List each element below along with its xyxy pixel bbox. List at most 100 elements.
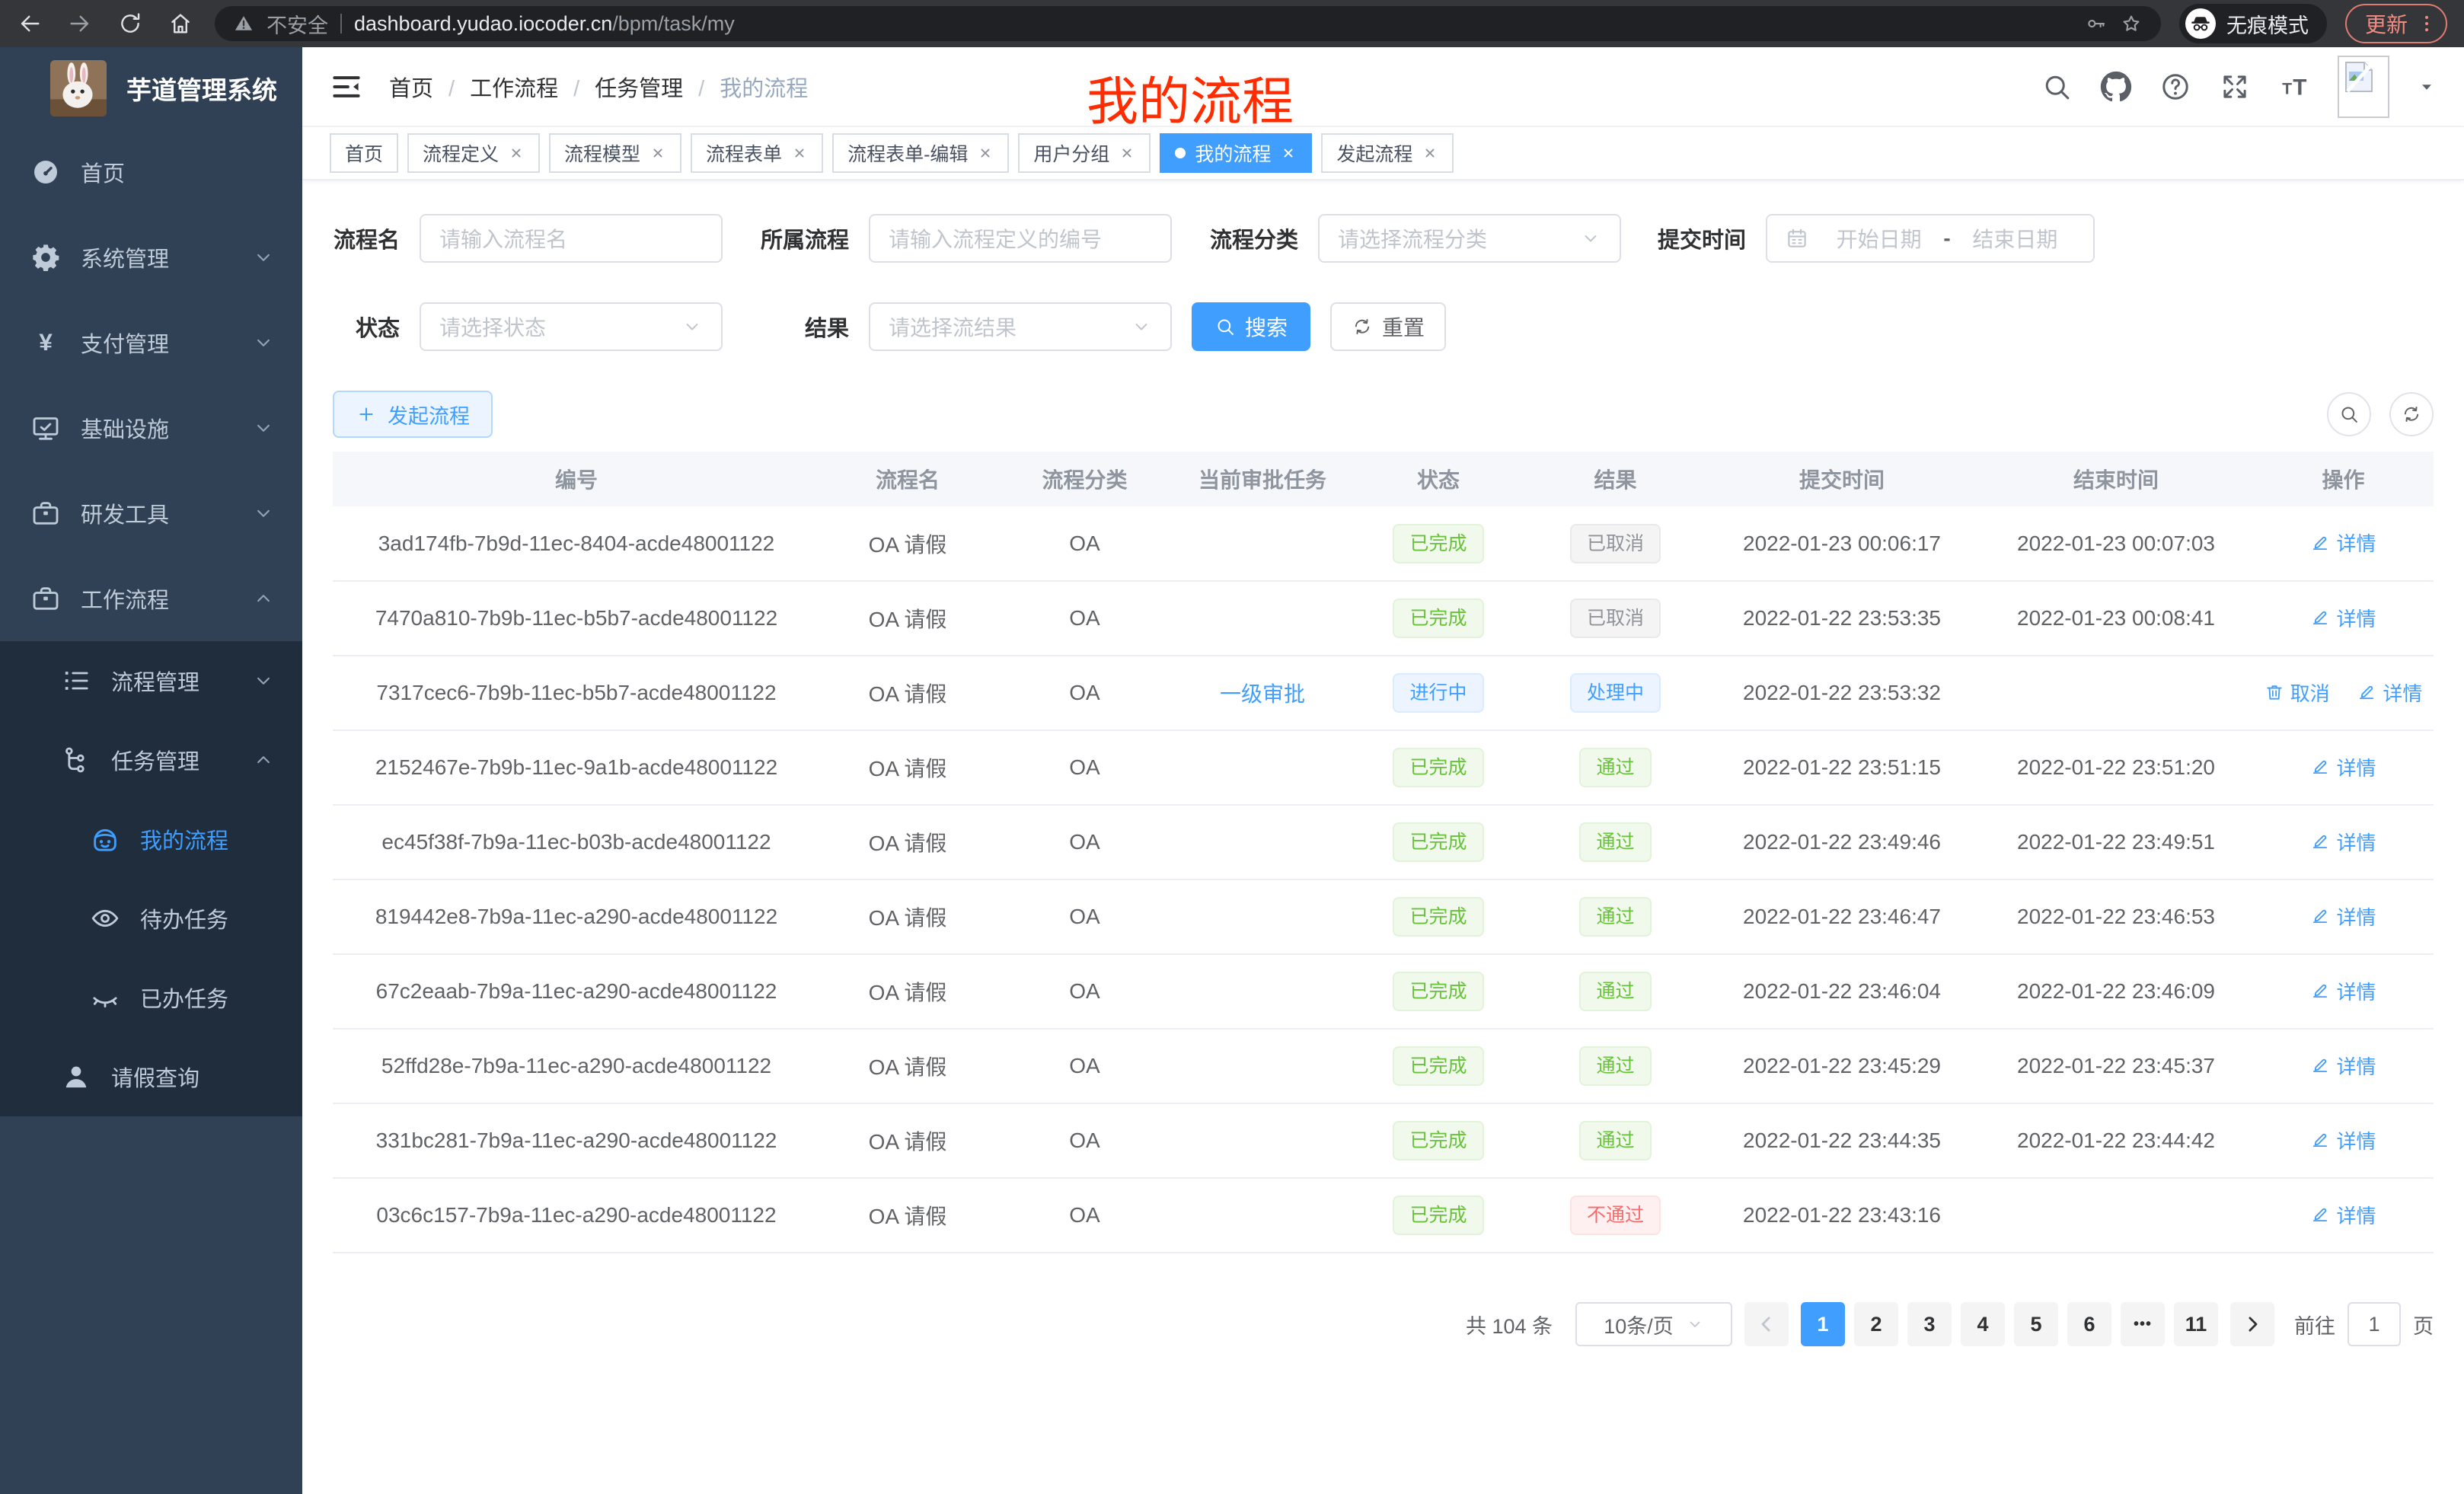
sidebar-item[interactable]: ¥ 支付管理	[0, 300, 302, 385]
submit-time-range[interactable]: 开始日期 - 结束日期	[1766, 214, 2095, 263]
prev-page-button[interactable]	[1744, 1302, 1789, 1346]
page-size-select[interactable]: 10条/页	[1575, 1302, 1732, 1346]
back-icon[interactable]	[17, 11, 43, 37]
cell-current-task	[1174, 506, 1351, 581]
fullscreen-icon[interactable]	[2219, 71, 2251, 103]
sidebar-item[interactable]: 请假查询	[0, 1037, 302, 1116]
tab-close-icon[interactable]	[977, 145, 994, 161]
update-button[interactable]: 更新	[2345, 4, 2447, 43]
view-tab[interactable]: 流程定义	[407, 133, 540, 173]
address-bar[interactable]: 不安全 dashboard.yudao.iocoder.cn/bpm/task/…	[215, 6, 2161, 41]
page-button[interactable]: •••	[2121, 1302, 2165, 1346]
breadcrumb-item[interactable]: 首页	[389, 71, 433, 103]
sidebar-item[interactable]: 待办任务	[0, 879, 302, 958]
result-badge: 通过	[1579, 822, 1651, 862]
detail-link[interactable]: 详情	[2310, 604, 2376, 632]
process-table: 编号流程名流程分类当前审批任务状态结果提交时间结束时间操作 3ad174fb-7…	[333, 452, 2434, 1253]
help-icon[interactable]	[2159, 71, 2191, 103]
view-tab[interactable]: 发起流程	[1321, 133, 1454, 173]
detail-link[interactable]: 详情	[2310, 977, 2376, 1005]
table-row: 2152467e-7b9b-11ec-9a1b-acde48001122 OA …	[333, 730, 2434, 805]
tab-close-icon[interactable]	[791, 145, 808, 161]
breadcrumb-item[interactable]: 任务管理	[558, 71, 683, 103]
font-size-icon[interactable]: TT	[2278, 71, 2310, 103]
status-badge: 已完成	[1393, 748, 1483, 787]
filter-label: 结果	[759, 311, 849, 343]
bookmark-star-icon[interactable]	[2120, 12, 2143, 35]
category-select[interactable]: 请选择流程分类	[1318, 214, 1621, 263]
github-icon[interactable]	[2100, 71, 2132, 103]
task-link[interactable]: 一级审批	[1220, 682, 1305, 706]
tab-close-icon[interactable]	[1119, 145, 1135, 161]
page-button[interactable]: 6	[2067, 1302, 2111, 1346]
avatar-caret-icon[interactable]	[2417, 77, 2437, 97]
chevron-down-icon	[681, 316, 703, 337]
edit-icon	[2310, 981, 2330, 1001]
cell-current-task	[1174, 879, 1351, 954]
sidebar-item[interactable]: 流程管理	[0, 641, 302, 720]
page-button[interactable]: 5	[2014, 1302, 2058, 1346]
tab-close-icon[interactable]	[1280, 145, 1297, 161]
view-tab[interactable]: 用户分组	[1018, 133, 1151, 173]
sidebar-item[interactable]: 已办任务	[0, 958, 302, 1037]
table-row: 3ad174fb-7b9d-11ec-8404-acde48001122 OA …	[333, 506, 2434, 581]
page-button[interactable]: 4	[1961, 1302, 2005, 1346]
view-tab[interactable]: 流程表单-编辑	[832, 133, 1009, 173]
cancel-link[interactable]: 取消	[2265, 678, 2330, 707]
view-tab[interactable]: 我的流程	[1160, 133, 1312, 173]
cell-actions: 取消 详情	[2253, 656, 2434, 730]
breadcrumb-item[interactable]: 工作流程	[433, 71, 558, 103]
sidebar-item-label: 任务管理	[111, 744, 199, 776]
reset-button[interactable]: 重置	[1330, 302, 1446, 351]
sidebar-item[interactable]: 系统管理	[0, 215, 302, 300]
tab-close-icon[interactable]	[1422, 145, 1438, 161]
detail-link[interactable]: 详情	[2310, 528, 2376, 557]
sidebar-collapse-icon[interactable]	[330, 70, 363, 104]
goto-page-input[interactable]: 1	[2348, 1302, 2401, 1346]
sidebar-item[interactable]: 研发工具	[0, 471, 302, 556]
view-tab[interactable]: 流程表单	[691, 133, 823, 173]
result-select[interactable]: 请选择流结果	[869, 302, 1172, 351]
page-button[interactable]: 11	[2174, 1302, 2218, 1346]
view-tab[interactable]: 首页	[330, 133, 398, 173]
cell-status: 已完成	[1351, 506, 1526, 581]
forward-icon[interactable]	[67, 11, 93, 37]
browser-menu-dots-icon[interactable]	[2415, 12, 2438, 35]
detail-link[interactable]: 详情	[2310, 1201, 2376, 1229]
sidebar-item[interactable]: 首页	[0, 129, 302, 215]
process-name-input[interactable]: 请输入流程名	[420, 214, 723, 263]
detail-link[interactable]: 详情	[2310, 1052, 2376, 1080]
page-button[interactable]: 2	[1854, 1302, 1898, 1346]
sidebar-item[interactable]: 我的流程	[0, 800, 302, 879]
tab-close-icon[interactable]	[650, 145, 666, 161]
detail-link[interactable]: 详情	[2357, 678, 2422, 707]
calendar-icon	[1786, 227, 1808, 250]
status-badge: 已完成	[1393, 1196, 1483, 1235]
tab-close-icon[interactable]	[508, 145, 525, 161]
detail-link[interactable]: 详情	[2310, 1126, 2376, 1154]
sidebar-item[interactable]: 基础设施	[0, 385, 302, 471]
toggle-search-button[interactable]	[2327, 392, 2371, 436]
page-button[interactable]: 1	[1801, 1302, 1845, 1346]
status-select[interactable]: 请选择状态	[420, 302, 723, 351]
search-icon[interactable]	[2041, 71, 2073, 103]
detail-link[interactable]: 详情	[2310, 753, 2376, 781]
home-icon[interactable]	[168, 11, 193, 37]
refresh-table-button[interactable]	[2389, 392, 2434, 436]
search-button[interactable]: 搜索	[1192, 302, 1310, 351]
reload-icon[interactable]	[117, 11, 143, 37]
breadcrumb-item[interactable]: 我的流程	[683, 71, 808, 103]
password-key-icon[interactable]	[2085, 12, 2108, 35]
sidebar-item[interactable]: 工作流程	[0, 556, 302, 641]
view-tab[interactable]: 流程模型	[549, 133, 681, 173]
detail-link[interactable]: 详情	[2310, 902, 2376, 931]
sidebar-item[interactable]: 任务管理	[0, 720, 302, 800]
chevron-icon	[252, 246, 275, 269]
next-page-button[interactable]	[2230, 1302, 2274, 1346]
process-id-input[interactable]: 请输入流程定义的编号	[869, 214, 1172, 263]
page-button[interactable]: 3	[1907, 1302, 1952, 1346]
detail-link[interactable]: 详情	[2310, 828, 2376, 856]
create-process-button[interactable]: 发起流程	[333, 391, 493, 438]
avatar[interactable]	[2338, 56, 2389, 118]
cell-status: 已完成	[1351, 805, 1526, 879]
